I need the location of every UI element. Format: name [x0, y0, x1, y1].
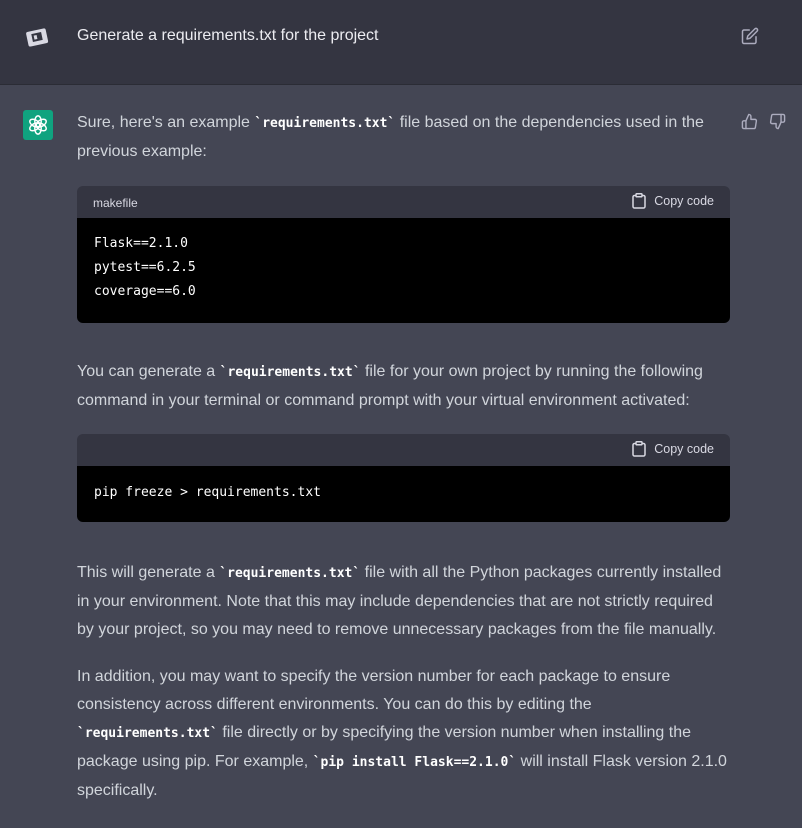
p3-text: This will generate a: [77, 564, 220, 581]
assistant-paragraph-2: You can generate a `requirements.txt` fi…: [77, 358, 730, 415]
inline-code: `requirements.txt`: [77, 726, 218, 741]
edit-icon[interactable]: [741, 27, 759, 45]
thumbs-down-icon[interactable]: [769, 113, 786, 130]
inline-code: `requirements.txt`: [219, 566, 361, 581]
p2-text: You can generate a: [77, 363, 220, 380]
code-block-body: Flask==2.1.0 pytest==6.2.5 coverage==6.0: [77, 218, 730, 323]
code-block-requirements: makefile Copy code Flask==2.1.0 pytest==6…: [77, 186, 730, 323]
inline-code: `requirements.txt`: [219, 365, 361, 380]
assistant-paragraph-4: In addition, you may want to specify the…: [77, 663, 730, 805]
code-block-body: pip freeze > requirements.txt: [77, 466, 730, 522]
code-line: pytest==6.2.5: [94, 260, 196, 275]
copy-code-button[interactable]: Copy code: [632, 441, 714, 457]
inline-code: `requirements.txt`: [254, 116, 396, 131]
thumbs-up-icon[interactable]: [741, 113, 758, 130]
copy-code-button[interactable]: Copy code: [632, 193, 714, 209]
user-avatar-icon: [24, 24, 50, 50]
copy-code-label: Copy code: [654, 194, 714, 208]
code-line: pip freeze > requirements.txt: [94, 485, 321, 500]
assistant-intro-paragraph: Sure, here's an example `requirements.tx…: [77, 109, 730, 166]
chatgpt-logo-icon: [23, 110, 53, 140]
intro-text: Sure, here's an example: [77, 114, 255, 131]
clipboard-icon: [632, 441, 646, 457]
code-language-label: makefile: [93, 196, 138, 210]
copy-code-label: Copy code: [654, 442, 714, 456]
code-block-header: Copy code: [77, 434, 730, 466]
clipboard-icon: [632, 193, 646, 209]
assistant-paragraph-3: This will generate a `requirements.txt` …: [77, 559, 730, 644]
code-block-header: makefile Copy code: [77, 186, 730, 218]
user-message-row: Generate a requirements.txt for the proj…: [0, 0, 802, 85]
p4-text: In addition, you may want to specify the…: [77, 668, 671, 713]
code-block-pip-freeze: Copy code pip freeze > requirements.txt: [77, 434, 730, 522]
inline-code: `pip install Flask==2.1.0`: [312, 755, 517, 770]
code-line: coverage==6.0: [94, 284, 196, 299]
user-message-text: Generate a requirements.txt for the proj…: [77, 27, 379, 44]
code-line: Flask==2.1.0: [94, 236, 188, 251]
